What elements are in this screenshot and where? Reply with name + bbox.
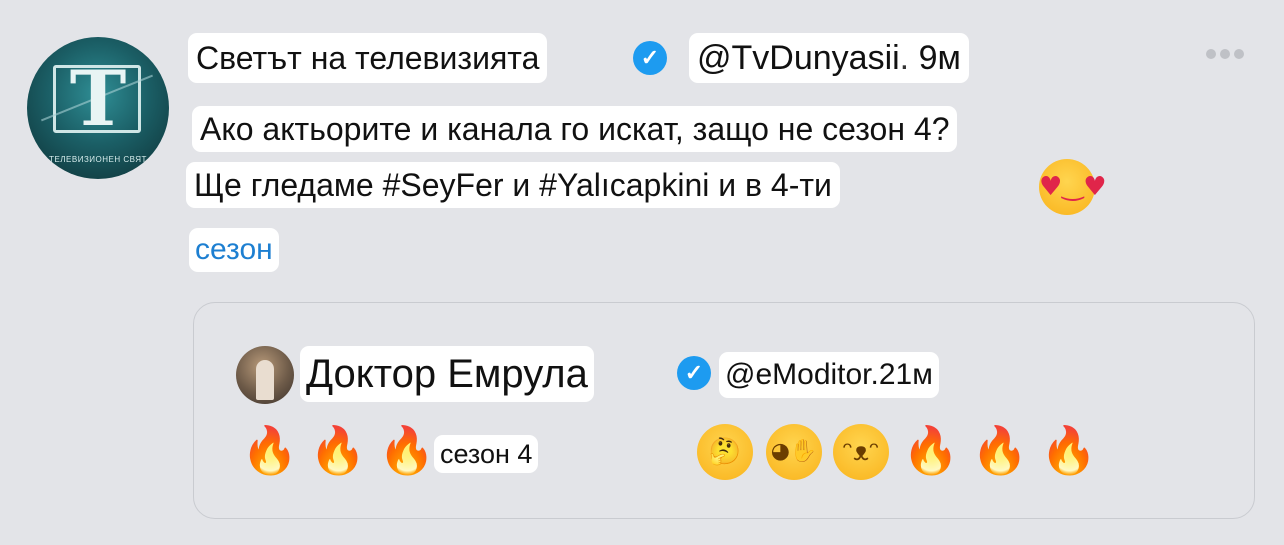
fire-emoji-icon: 🔥 bbox=[902, 423, 960, 477]
quote-verified-icon: ✓ bbox=[677, 356, 711, 390]
heart-eyes-emoji-icon: ♥‿♥ bbox=[1039, 159, 1107, 215]
avatar-logo-text: ТЕЛЕВИЗИОНЕН СВЯТ bbox=[49, 155, 147, 164]
author-name[interactable]: Светът на телевизията bbox=[188, 33, 548, 83]
more-options-icon[interactable] bbox=[1206, 46, 1256, 66]
tweet-text-line-3[interactable]: сезон bbox=[189, 228, 279, 272]
tweet-text-line-1: Ако актьорите и канала го искат, защо не… bbox=[192, 106, 958, 152]
author-handle[interactable]: @TvDunyasii bbox=[697, 39, 900, 77]
fire-emoji-icon: 🔥 bbox=[309, 423, 367, 477]
hand-over-mouth-emoji-icon: ◕✋ bbox=[766, 424, 822, 480]
verified-icon: ✓ bbox=[633, 41, 667, 75]
grinning-face-emoji-icon: ᵔᴥᵔ bbox=[833, 424, 889, 480]
quote-author-name[interactable]: Доктор Емрула bbox=[300, 346, 594, 402]
author-handle-time[interactable]: @TvDunyasii. 9м bbox=[689, 33, 969, 83]
post-time[interactable]: 9м bbox=[919, 39, 961, 77]
quote-handle-time[interactable]: @eModitor.21м bbox=[719, 352, 939, 398]
quote-text: сезон 4 bbox=[434, 435, 539, 473]
quote-author-avatar[interactable] bbox=[236, 346, 294, 404]
handle-separator: . bbox=[899, 39, 910, 77]
fire-emoji-icon: 🔥 bbox=[241, 423, 299, 477]
quoted-tweet-card[interactable] bbox=[193, 302, 1255, 519]
tweet-text-line-2: Ще гледаме #SeyFer и #Yalıcapkini и в 4-… bbox=[186, 162, 840, 208]
fire-emoji-icon: 🔥 bbox=[378, 423, 436, 477]
author-avatar[interactable]: T ТЕЛЕВИЗИОНЕН СВЯТ bbox=[27, 37, 169, 179]
thinking-face-emoji-icon: 🤔 bbox=[697, 424, 753, 480]
quote-avatar-person bbox=[256, 360, 274, 400]
avatar-logo-letter: T bbox=[69, 54, 127, 143]
fire-emoji-icon: 🔥 bbox=[971, 423, 1029, 477]
fire-emoji-icon: 🔥 bbox=[1040, 423, 1098, 477]
